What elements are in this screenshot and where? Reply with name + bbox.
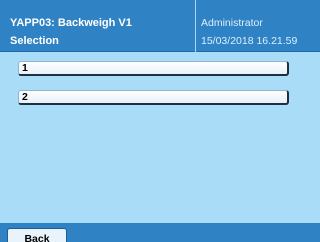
selection-button-2-label: 2 bbox=[22, 91, 28, 103]
date-time: 15/03/2018 16.21.59 bbox=[201, 35, 298, 47]
selection-screen: YAPP03: Backweigh V1 Selection Administr… bbox=[0, 0, 320, 242]
header-bar: YAPP03: Backweigh V1 Selection Administr… bbox=[0, 0, 320, 52]
selection-button-1[interactable]: 1 bbox=[18, 61, 289, 76]
back-button-label: Back bbox=[24, 233, 50, 242]
selection-button-2[interactable]: 2 bbox=[18, 90, 289, 105]
selection-button-1-label: 1 bbox=[22, 62, 28, 74]
user-name: Administrator bbox=[201, 17, 263, 29]
page-subtitle: Selection bbox=[10, 35, 59, 47]
header-divider bbox=[195, 0, 196, 52]
page-title: YAPP03: Backweigh V1 bbox=[10, 17, 132, 29]
back-button[interactable]: Back bbox=[7, 228, 67, 242]
